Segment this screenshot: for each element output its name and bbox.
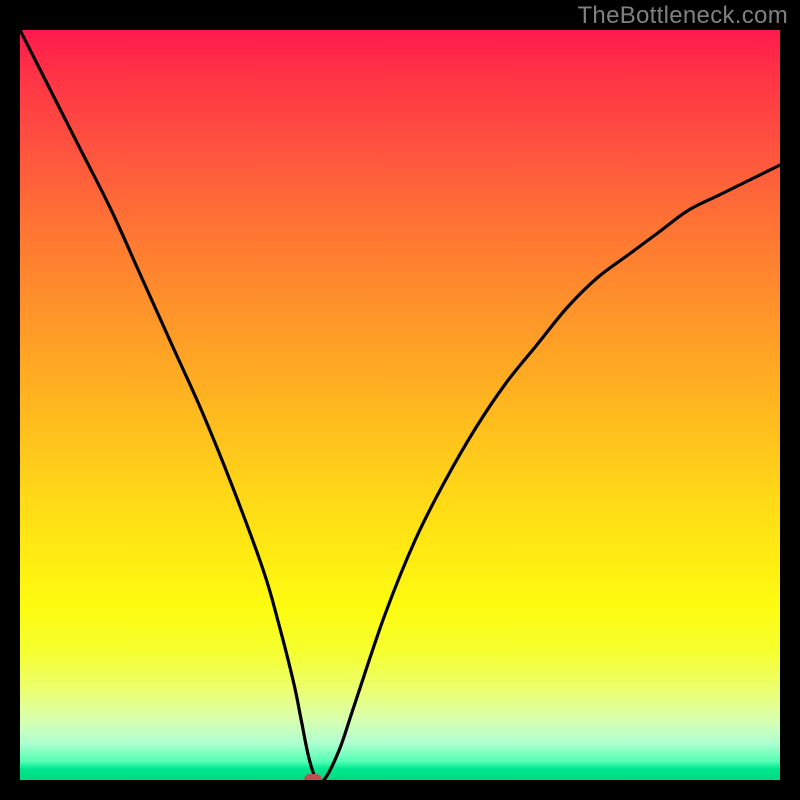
bottleneck-curve bbox=[20, 30, 780, 780]
plot-area bbox=[20, 30, 780, 780]
chart-container: TheBottleneck.com bbox=[0, 0, 800, 800]
optimum-marker bbox=[304, 774, 322, 780]
curve-layer bbox=[20, 30, 780, 780]
watermark-text: TheBottleneck.com bbox=[577, 2, 788, 30]
